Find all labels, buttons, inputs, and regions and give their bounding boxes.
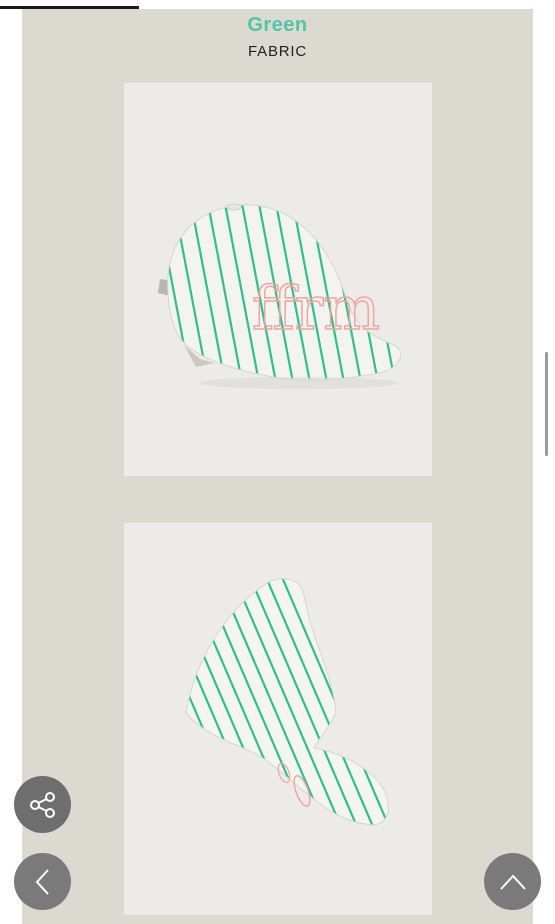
fabric-label: FABRIC: [248, 43, 307, 60]
cap-embroidery: ffrm: [252, 274, 380, 344]
color-name: Green: [247, 14, 308, 36]
cap-side-image: ffrm: [158, 203, 402, 389]
cap-under-image: [185, 578, 389, 826]
share-button[interactable]: [14, 776, 71, 833]
product-photo-under[interactable]: [124, 523, 432, 915]
share-icon: [29, 791, 55, 818]
chevron-up-icon: [499, 874, 526, 890]
product-photo-side[interactable]: ffrm: [124, 83, 432, 476]
scroll-to-top-button[interactable]: [484, 853, 541, 910]
reading-progress-track: [0, 0, 555, 9]
scrollbar-thumb[interactable]: [545, 352, 548, 456]
chevron-left-icon: [35, 868, 49, 895]
back-button[interactable]: [14, 853, 71, 910]
